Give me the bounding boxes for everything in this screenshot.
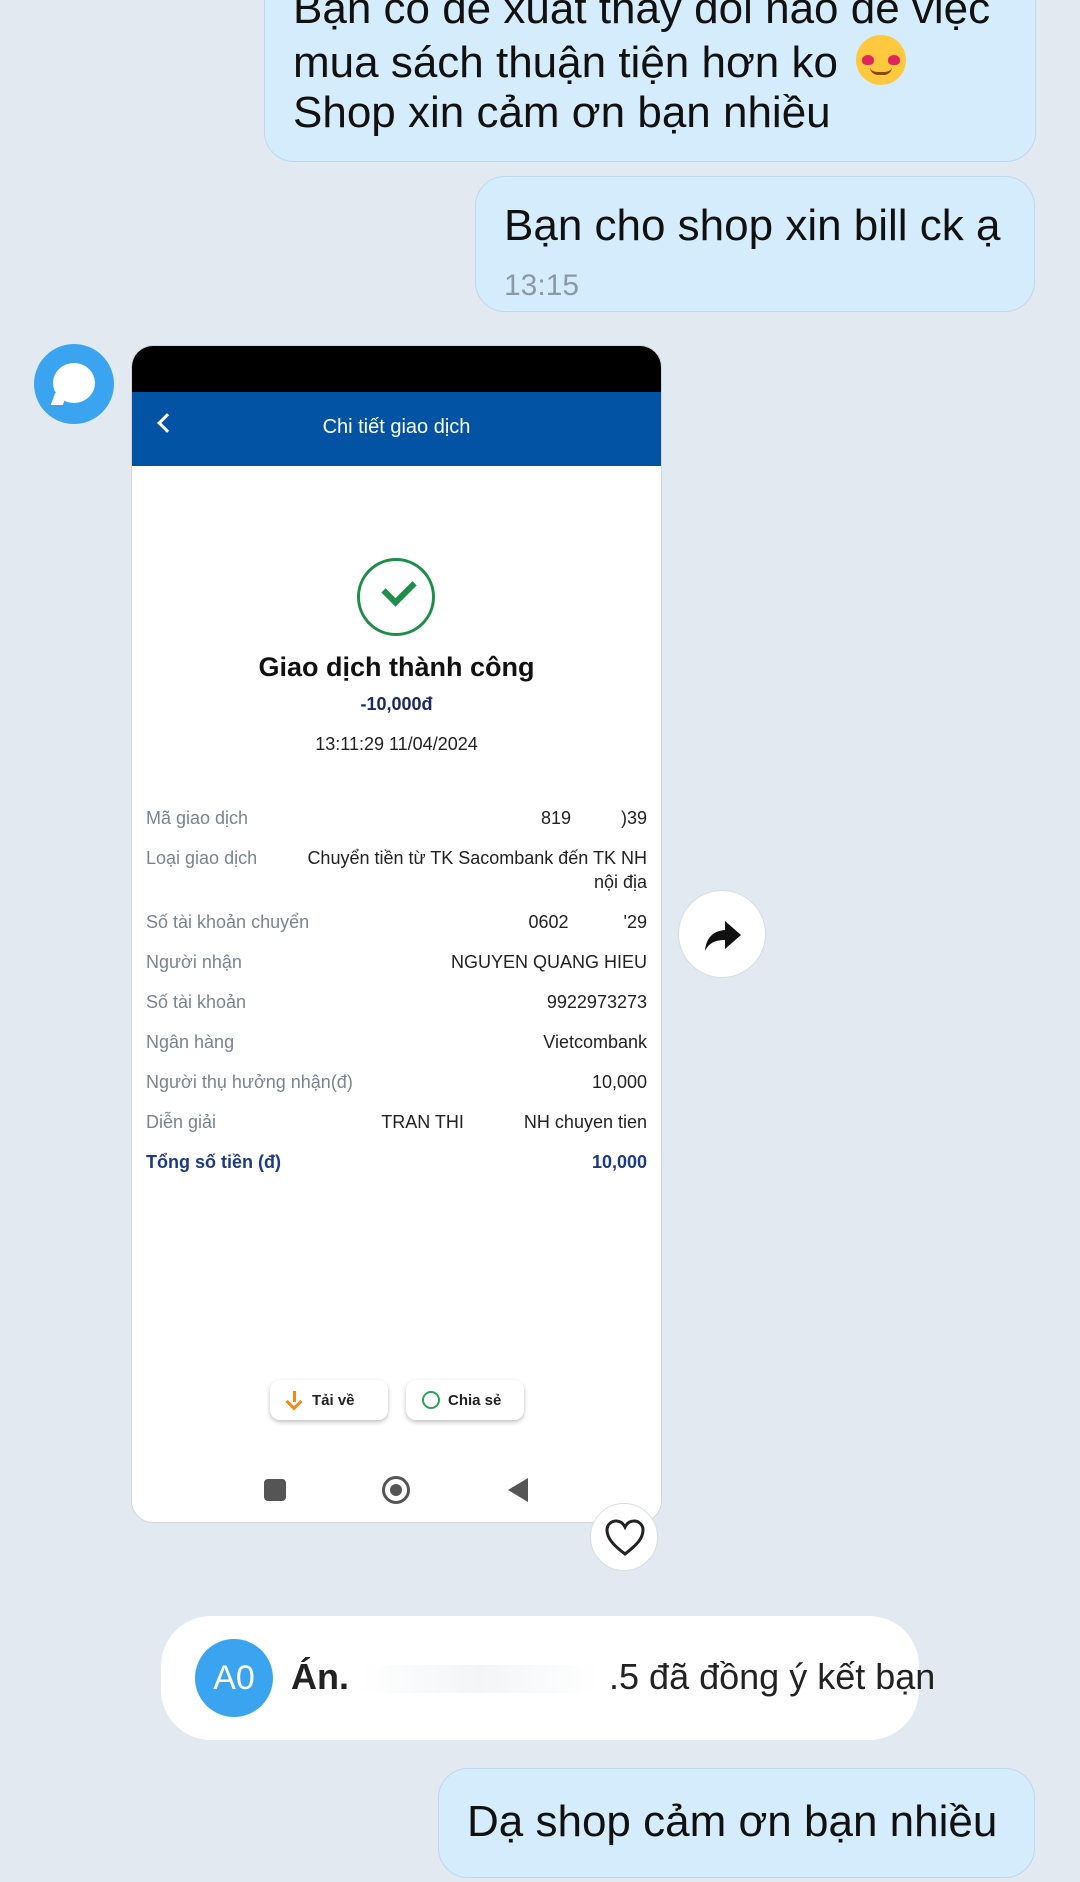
share-receipt-label: Chia sẻ [448, 1391, 502, 1409]
notice-text: Án. .5 đã đồng ý kết bạn [291, 1656, 935, 1698]
detail-label: Diễn giải [146, 1112, 217, 1132]
message-text: Dạ shop cảm ơn bạn nhiều [467, 1797, 998, 1846]
detail-label: Tổng số tiền (đ) [146, 1152, 281, 1172]
share-receipt-button: Chia sẻ [406, 1380, 524, 1420]
redacted-text [359, 1665, 600, 1694]
detail-label: Người nhận [146, 952, 242, 972]
phone-nav-bar [132, 1470, 661, 1510]
home-icon [382, 1476, 410, 1504]
detail-value: 10,000 [591, 1152, 647, 1172]
receipt-image[interactable]: Chi tiết giao dịch Giao dịch thành công … [131, 345, 662, 1523]
message-text-line: Shop xin cảm ơn bạn nhiều [293, 88, 831, 137]
detail-value: 10,000 [591, 1072, 647, 1092]
back-triangle-icon [508, 1478, 528, 1502]
notice-suffix: .5 đã đồng ý kết bạn [609, 1656, 936, 1697]
message-text-line: Bạn có đề xuất thay đổi nào để việc [293, 0, 991, 33]
message-text-span: mua sách thuận tiện hơn ko [293, 38, 838, 87]
sender-avatar[interactable] [34, 344, 114, 424]
detail-value: NGUYEN QUANG HIEU [450, 952, 647, 972]
detail-value: TRAN THI ​ ​ ​ ​ ​ ​ ​ ​ ​ ​ ​ NH chuyen… [381, 1112, 647, 1132]
message-text-line: mua sách thuận tiện hơn ko [293, 35, 907, 89]
heart-icon [605, 1519, 645, 1556]
detail-label: Mã giao dịch [146, 808, 249, 828]
message-timestamp: 13:15 [504, 269, 580, 302]
contact-name[interactable]: Án. [291, 1656, 349, 1697]
message-bubble-outgoing[interactable]: Bạn cho shop xin bill ck ạ 13:15 [475, 176, 1035, 312]
detail-value: 9922973273 [546, 992, 647, 1012]
contact-avatar[interactable]: A0 [195, 1639, 273, 1717]
download-button: Tải về [270, 1380, 388, 1420]
forward-arrow-icon [705, 921, 741, 951]
receipt-header-title: Chi tiết giao dịch [322, 416, 471, 438]
phone-status-bar [132, 346, 661, 392]
download-icon [286, 1391, 304, 1409]
chat-bubble-icon [53, 363, 95, 403]
receipt-header: Chi tiết giao dịch [132, 392, 661, 466]
detail-label: Số tài khoản chuyển [146, 912, 310, 932]
detail-label: Số tài khoản [146, 992, 247, 1012]
react-button[interactable] [590, 1503, 658, 1571]
detail-value: 819 ​ ​ ​ ​ ​ ​ ​ ​ ​ )39 [540, 808, 647, 828]
forward-button[interactable] [678, 890, 766, 978]
download-label: Tải về [312, 1391, 355, 1409]
message-text: Bạn cho shop xin bill ck ạ [504, 201, 1001, 250]
share-icon [422, 1391, 440, 1409]
detail-label: Loại giao dịch [146, 848, 258, 868]
detail-value: 0602 ​ ​ ​ ​ ​ ​ ​ ​ ​ ​ '29 [528, 912, 647, 932]
detail-value: Chuyển tiền từ TK Sacombank đến TK NH [307, 848, 647, 868]
recents-icon [264, 1479, 286, 1501]
smiling-face-with-hearts-icon [856, 35, 907, 85]
transaction-amount: -10,000đ [360, 694, 433, 714]
message-bubble-outgoing[interactable]: Dạ shop cảm ơn bạn nhiều [438, 1768, 1035, 1878]
transaction-datetime: 13:11:29 11/04/2024 [315, 734, 478, 754]
detail-label: Người thụ hưởng nhận(đ) [146, 1072, 353, 1092]
transaction-status: Giao dịch thành công [258, 652, 535, 682]
message-bubble-outgoing[interactable]: Bạn có đề xuất thay đổi nào để việc mua … [264, 0, 1036, 162]
detail-value-continued: nội địa [593, 872, 647, 892]
success-check-icon [357, 558, 435, 636]
detail-value: Vietcombank [543, 1032, 647, 1052]
friend-accepted-notice: A0 Án. .5 đã đồng ý kết bạn [161, 1616, 935, 1740]
detail-label: Ngân hàng [146, 1032, 235, 1052]
